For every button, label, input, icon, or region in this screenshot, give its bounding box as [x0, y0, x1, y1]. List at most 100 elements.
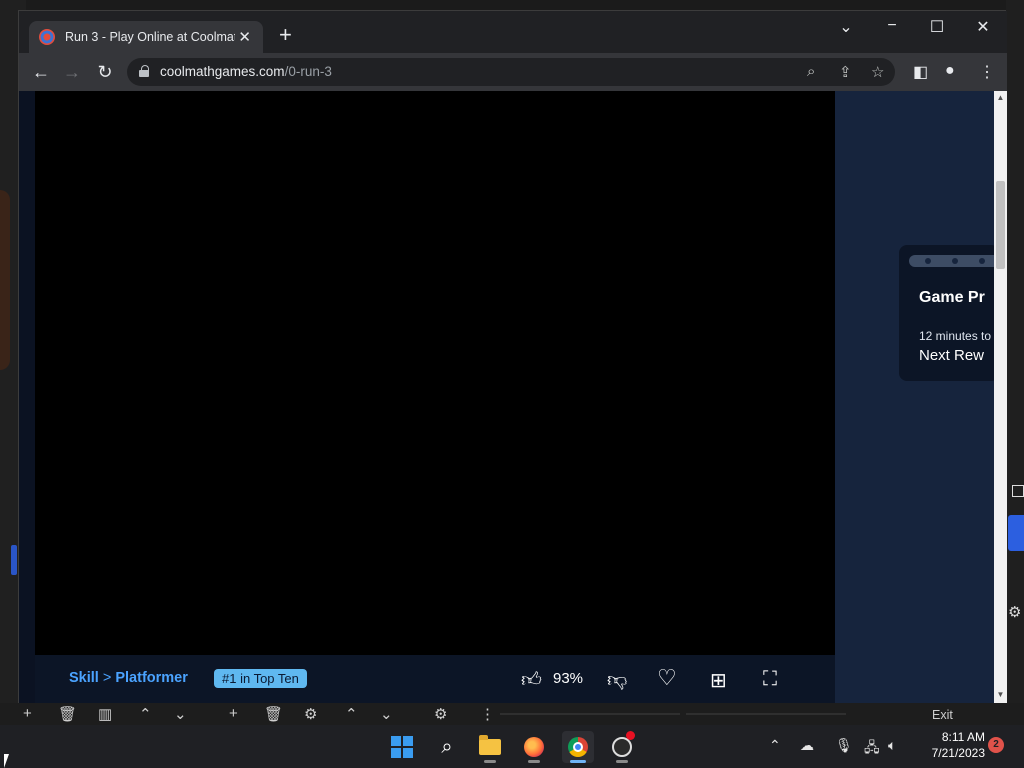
tab-bar: Run 3 - Play Online at Coolmath ✕ + ⌄ − …: [19, 11, 1007, 53]
side-panel-icon[interactable]: ◧: [913, 62, 928, 82]
coolmath-favicon-icon: [39, 29, 55, 45]
tab-run3[interactable]: Run 3 - Play Online at Coolmath ✕: [29, 21, 263, 53]
close-window-button[interactable]: ✕: [968, 17, 998, 37]
show-hidden-icons-chevron-icon[interactable]: ⌃: [769, 737, 781, 754]
onedrive-icon[interactable]: ☁: [800, 737, 814, 754]
running-indicator: [528, 760, 540, 763]
thumbs-down-icon[interactable]: 👎︎: [607, 668, 627, 692]
minimize-button[interactable]: −: [877, 17, 907, 35]
category-link-platformer[interactable]: Platformer: [115, 670, 188, 686]
network-icon[interactable]: 🖧︎: [864, 737, 880, 761]
progress-dot: [925, 258, 931, 264]
forward-button[interactable]: →: [60, 62, 84, 82]
fullscreen-icon[interactable]: ⛶: [763, 668, 777, 691]
move-down-icon[interactable]: ⌄: [174, 705, 187, 723]
chrome-button[interactable]: [562, 731, 594, 763]
running-indicator: [484, 760, 496, 763]
strip-divider: [686, 713, 846, 715]
running-indicator: [616, 760, 628, 763]
url-domain: coolmathgames.com: [160, 64, 285, 79]
right-sidebar: Game Pr 12 minutes to Next Rew: [835, 91, 994, 703]
scroll-up-arrow-icon[interactable]: ▲: [994, 93, 1007, 102]
tab-search-chevron-icon[interactable]: ⌄: [831, 17, 861, 37]
new-tab-button[interactable]: +: [279, 24, 292, 46]
tab-close-icon[interactable]: ✕: [238, 28, 251, 46]
lock-icon[interactable]: [139, 65, 149, 77]
page-scrollbar[interactable]: ▲ ▼: [994, 91, 1007, 703]
progress-title: Game Pr: [919, 289, 985, 306]
more-kebab-icon[interactable]: ⋮: [480, 705, 495, 723]
add-to-playlist-icon[interactable]: ⊞: [710, 668, 727, 693]
progress-track: [909, 255, 994, 267]
volume-icon[interactable]: 🔈︎: [888, 737, 896, 754]
tab-title: Run 3 - Play Online at Coolmath: [65, 30, 235, 44]
search-button[interactable]: ⌕: [431, 731, 463, 763]
progress-subtitle: 12 minutes to: [919, 329, 992, 343]
heart-icon[interactable]: ♡: [657, 665, 677, 691]
back-button[interactable]: ←: [29, 62, 53, 82]
clock-date: 7/21/2023: [931, 746, 985, 760]
progress-dot: [979, 258, 985, 264]
background-shape: [0, 190, 10, 370]
browser-window: Run 3 - Play Online at Coolmath ✕ + ⌄ − …: [18, 10, 1007, 703]
file-explorer-button[interactable]: [474, 731, 506, 763]
maximize-button[interactable]: ☐: [922, 17, 952, 37]
exit-button[interactable]: Exit: [932, 708, 953, 722]
thumbs-up-icon[interactable]: 👍︎: [521, 668, 542, 692]
category-breadcrumb: Skill > Platformer: [69, 670, 188, 686]
obs-icon: [612, 737, 632, 757]
url-text[interactable]: coolmathgames.com/0-run-3: [160, 64, 332, 79]
address-bar[interactable]: coolmathgames.com/0-run-3 ⌕ ⇪ ☆: [127, 58, 895, 86]
page-viewport: Skill > Platformer #1 in Top Ten 👍︎ 93% …: [19, 91, 994, 703]
breadcrumb-separator: >: [102, 670, 112, 686]
background-blue-marker: [11, 545, 17, 575]
scroll-down-arrow-icon[interactable]: ▼: [994, 690, 1007, 699]
chrome-icon: [568, 737, 588, 757]
recording-dot-icon: [626, 731, 635, 740]
trash-icon[interactable]: 🗑︎: [58, 705, 77, 723]
microphone-icon[interactable]: 🎙︎: [835, 737, 853, 754]
filter-icon[interactable]: ▥: [98, 705, 112, 723]
progress-dot: [952, 258, 958, 264]
obs-button[interactable]: [606, 731, 638, 763]
mouse-cursor-icon: [4, 754, 9, 768]
strip-divider: [500, 713, 680, 715]
settings-gears-icon[interactable]: ⚙: [434, 705, 447, 723]
move-down-icon[interactable]: ⌄: [380, 705, 393, 723]
game-progress-card[interactable]: Game Pr 12 minutes to Next Rew: [899, 245, 994, 381]
gear-icon[interactable]: ⚙: [304, 705, 317, 723]
background-blue-button[interactable]: [1008, 515, 1024, 551]
game-info-bar: Skill > Platformer #1 in Top Ten 👍︎ 93% …: [35, 655, 835, 703]
scroll-thumb[interactable]: [996, 181, 1005, 269]
menu-kebab-icon[interactable]: ⋮: [979, 62, 995, 82]
add-icon[interactable]: +: [229, 705, 238, 722]
share-icon[interactable]: ⇪: [839, 63, 852, 81]
add-icon[interactable]: +: [23, 705, 32, 722]
top-ten-badge[interactable]: #1 in Top Ten: [214, 669, 307, 688]
firefox-button[interactable]: [518, 731, 550, 763]
folder-icon: [479, 735, 501, 755]
windows-logo-icon: [391, 736, 413, 758]
start-button[interactable]: [386, 731, 418, 763]
rating-percent: 93%: [553, 670, 584, 687]
active-indicator: [570, 760, 586, 763]
bookmark-star-icon[interactable]: ☆: [871, 63, 884, 81]
next-reward-label: Next Rew: [919, 347, 985, 364]
profile-icon[interactable]: ●: [945, 62, 955, 80]
reload-button[interactable]: ↻: [93, 62, 117, 82]
background-gear-icon[interactable]: ⚙: [1008, 603, 1021, 621]
url-path: /0-run-3: [284, 64, 332, 79]
taskbar-search-icon: ⌕: [441, 735, 453, 758]
clock-time: 8:11 AM: [941, 730, 985, 744]
game-canvas[interactable]: [35, 91, 835, 655]
trash-icon[interactable]: 🗑︎: [264, 705, 283, 723]
browser-toolbar: ← → ↻ coolmathgames.com/0-run-3 ⌕ ⇪ ☆ ◧ …: [19, 53, 1007, 91]
move-up-icon[interactable]: ⌃: [139, 705, 152, 723]
search-icon[interactable]: ⌕: [807, 63, 815, 80]
clock[interactable]: 8:11 AM 7/21/2023: [915, 729, 985, 761]
category-link-skill[interactable]: Skill: [69, 670, 99, 686]
move-up-icon[interactable]: ⌃: [345, 705, 358, 723]
background-square-icon: [1012, 485, 1024, 497]
notification-badge[interactable]: 2: [988, 737, 1004, 753]
taskbar: ⌕ ⌃ ☁ 🎙︎ 🖧︎ 🔈︎ 8:11 AM 7/21/2023 2: [0, 725, 1024, 768]
